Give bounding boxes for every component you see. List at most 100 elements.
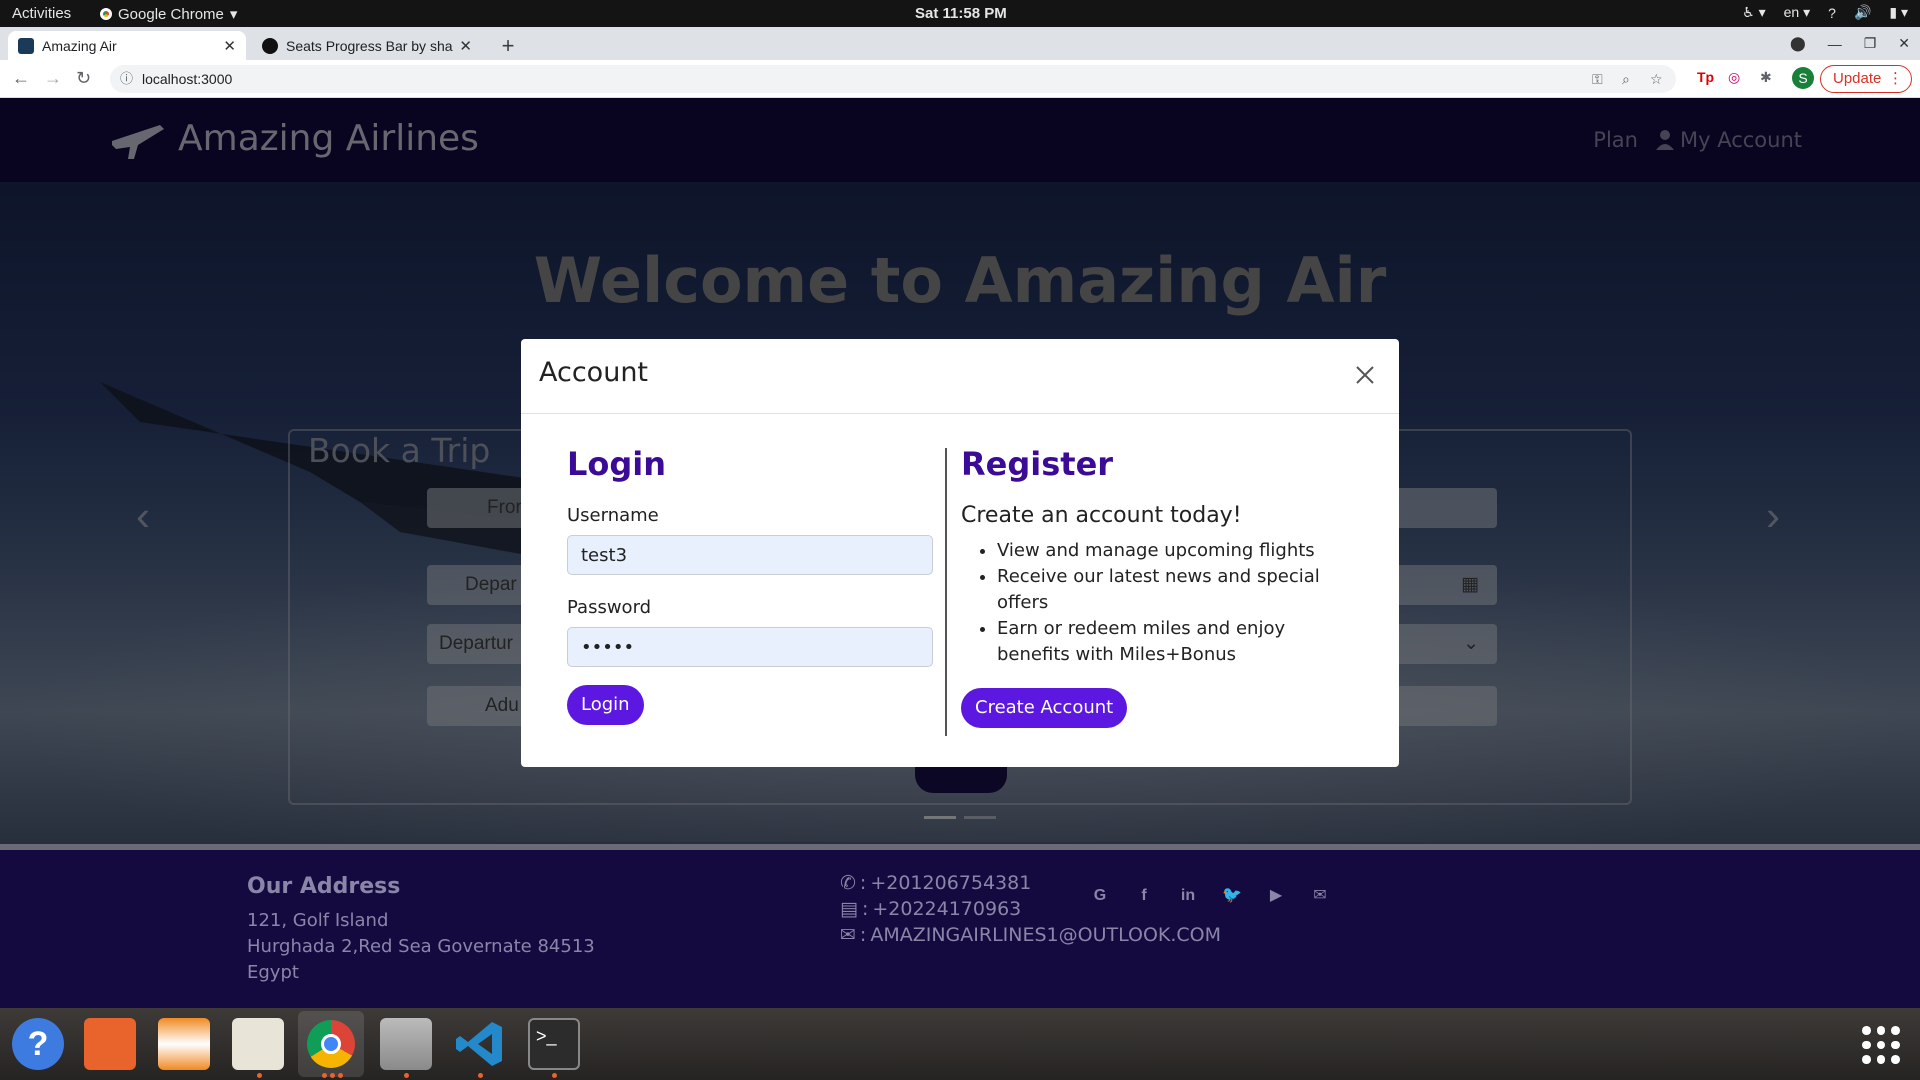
text-editor-icon[interactable] xyxy=(232,1018,284,1070)
email-contact: ✉: AMAZINGAIRLINES1@OUTLOOK.COM xyxy=(840,924,1222,946)
benefit-item: Earn or redeem miles and enjoy benefits … xyxy=(997,616,1361,668)
window-controls: ⬤ — ❐ ✕ xyxy=(1790,35,1910,52)
language-label: en xyxy=(1783,4,1800,20)
login-button[interactable]: Login xyxy=(567,685,644,725)
clock[interactable]: Sat 11:58 PM xyxy=(915,5,1007,22)
profile-avatar[interactable]: S xyxy=(1792,67,1814,89)
reload-icon[interactable]: ↻ xyxy=(76,68,91,89)
tab-title: Seats Progress Bar by sha xyxy=(286,37,453,54)
vscode-icon[interactable] xyxy=(454,1018,506,1070)
benefit-item: Receive our latest news and special offe… xyxy=(997,564,1361,616)
tab-amazing-air[interactable]: Amazing Air ✕ xyxy=(8,31,246,60)
battery-icon[interactable]: ▮ ▾ xyxy=(1889,4,1908,21)
facebook-icon[interactable]: f xyxy=(1134,886,1154,906)
vlc-icon[interactable] xyxy=(158,1018,210,1070)
fax-number: +20224170963 xyxy=(872,898,1022,920)
google-icon[interactable]: G xyxy=(1090,886,1110,906)
create-account-button[interactable]: Create Account xyxy=(961,688,1128,728)
tab-search-icon[interactable]: ⬤ xyxy=(1790,35,1806,52)
chrome-center-icon xyxy=(321,1034,341,1054)
phone-contact: ✆: +201206754381 xyxy=(840,872,1032,894)
system-dock: ? >_ xyxy=(0,1008,1920,1080)
system-tray[interactable]: ♿ ▾ en ▾ ? 🔊 ▮ ▾ xyxy=(1742,4,1908,21)
window-close-icon[interactable]: ✕ xyxy=(1898,35,1910,52)
terminal-icon[interactable]: >_ xyxy=(528,1018,580,1070)
login-section: Login Username Password Login xyxy=(567,445,933,725)
running-indicator xyxy=(322,1073,327,1078)
zoom-icon[interactable]: ⌕ xyxy=(1622,65,1630,93)
close-icon[interactable] xyxy=(1353,363,1377,387)
activities-button[interactable]: Activities xyxy=(12,5,71,22)
youtube-icon[interactable]: ▶ xyxy=(1266,886,1286,906)
register-section: Register Create an account today! View a… xyxy=(961,445,1361,728)
username-input[interactable] xyxy=(567,535,933,575)
social-links: G f in 🐦 ▶ ✉ xyxy=(1090,886,1330,906)
new-tab-button[interactable]: + xyxy=(494,33,522,61)
tab-seats-progress[interactable]: Seats Progress Bar by sha ✕ xyxy=(252,31,482,60)
browser-tab-bar: Amazing Air ✕ Seats Progress Bar by sha … xyxy=(0,27,1920,60)
update-button[interactable]: Update ⋮ xyxy=(1820,65,1912,93)
extension-icon[interactable]: ◎ xyxy=(1728,69,1740,86)
minimize-icon[interactable]: — xyxy=(1828,36,1842,52)
forward-icon[interactable]: → xyxy=(44,68,62,89)
accessibility-icon[interactable]: ♿ ▾ xyxy=(1742,4,1765,21)
close-icon[interactable]: ✕ xyxy=(459,37,472,55)
help-icon[interactable]: ? xyxy=(1828,5,1836,21)
running-indicator xyxy=(257,1073,262,1078)
address-line: Egypt xyxy=(247,962,299,983)
close-icon[interactable]: ✕ xyxy=(223,37,236,55)
login-heading: Login xyxy=(567,445,667,483)
envelope-icon: ✉ xyxy=(840,924,856,946)
linkedin-icon[interactable]: in xyxy=(1178,886,1198,906)
register-heading: Register xyxy=(961,445,1114,483)
language-indicator[interactable]: en ▾ xyxy=(1784,4,1811,21)
running-indicator xyxy=(330,1073,335,1078)
site-footer: Our Address 121, Golf Island Hurghada 2,… xyxy=(0,844,1920,1008)
maximize-icon[interactable]: ❐ xyxy=(1864,35,1877,52)
benefit-item: View and manage upcoming flights xyxy=(997,538,1361,564)
modal-header: Account xyxy=(521,339,1399,414)
address-heading: Our Address xyxy=(247,874,401,899)
address-line: Hurghada 2,Red Sea Governate 84513 xyxy=(247,936,595,957)
section-divider xyxy=(945,448,947,736)
modal-title: Account xyxy=(539,357,649,388)
github-icon xyxy=(262,37,278,54)
chevron-down-icon: ▾ xyxy=(229,6,238,23)
email-address: AMAZINGAIRLINES1@OUTLOOK.COM xyxy=(870,924,1222,946)
running-indicator xyxy=(338,1073,343,1078)
password-label: Password xyxy=(567,597,652,618)
files-icon[interactable] xyxy=(380,1018,432,1070)
system-top-bar: Activities Google Chrome ▾ Sat 11:58 PM … xyxy=(0,0,1920,27)
address-line: 121, Golf Island xyxy=(247,910,389,931)
twitter-icon[interactable]: 🐦 xyxy=(1222,886,1242,906)
app-menu-label: Google Chrome xyxy=(118,5,224,23)
extensions-puzzle-icon[interactable]: ✱ xyxy=(1760,69,1772,86)
bookmark-star-icon[interactable]: ☆ xyxy=(1650,65,1663,93)
volume-icon[interactable]: 🔊 xyxy=(1854,4,1871,21)
chrome-icon xyxy=(100,8,112,20)
username-label: Username xyxy=(567,505,659,526)
tab-title: Amazing Air xyxy=(42,37,117,54)
site-favicon xyxy=(18,37,34,54)
help-app-icon[interactable]: ? xyxy=(12,1018,64,1070)
update-label: Update xyxy=(1833,70,1882,87)
site-info-icon[interactable]: ⓘ xyxy=(120,65,133,93)
password-input[interactable] xyxy=(567,627,933,667)
back-icon[interactable]: ← xyxy=(12,68,30,89)
account-modal: Account Login Username Password Login Re… xyxy=(521,339,1399,767)
fax-contact: ▤: +20224170963 xyxy=(840,898,1022,920)
app-menu[interactable]: Google Chrome ▾ xyxy=(100,5,237,23)
software-center-icon[interactable] xyxy=(84,1018,136,1070)
chrome-dock-icon[interactable] xyxy=(298,1011,364,1077)
extension-tp-icon[interactable]: Tp xyxy=(1697,69,1714,85)
key-icon[interactable]: ⚿ xyxy=(1592,65,1603,93)
envelope-icon[interactable]: ✉ xyxy=(1310,886,1330,906)
show-apps-icon[interactable] xyxy=(1862,1026,1900,1064)
register-benefits: View and manage upcoming flights Receive… xyxy=(961,538,1361,668)
fax-icon: ▤ xyxy=(840,898,858,920)
address-bar[interactable]: ⓘ localhost:3000 ⚿ ⌕ ☆ xyxy=(110,65,1676,93)
running-indicator xyxy=(478,1073,483,1078)
menu-kebab-icon: ⋮ xyxy=(1888,70,1903,87)
phone-icon: ✆ xyxy=(840,872,856,894)
url-text: localhost:3000 xyxy=(142,71,233,87)
